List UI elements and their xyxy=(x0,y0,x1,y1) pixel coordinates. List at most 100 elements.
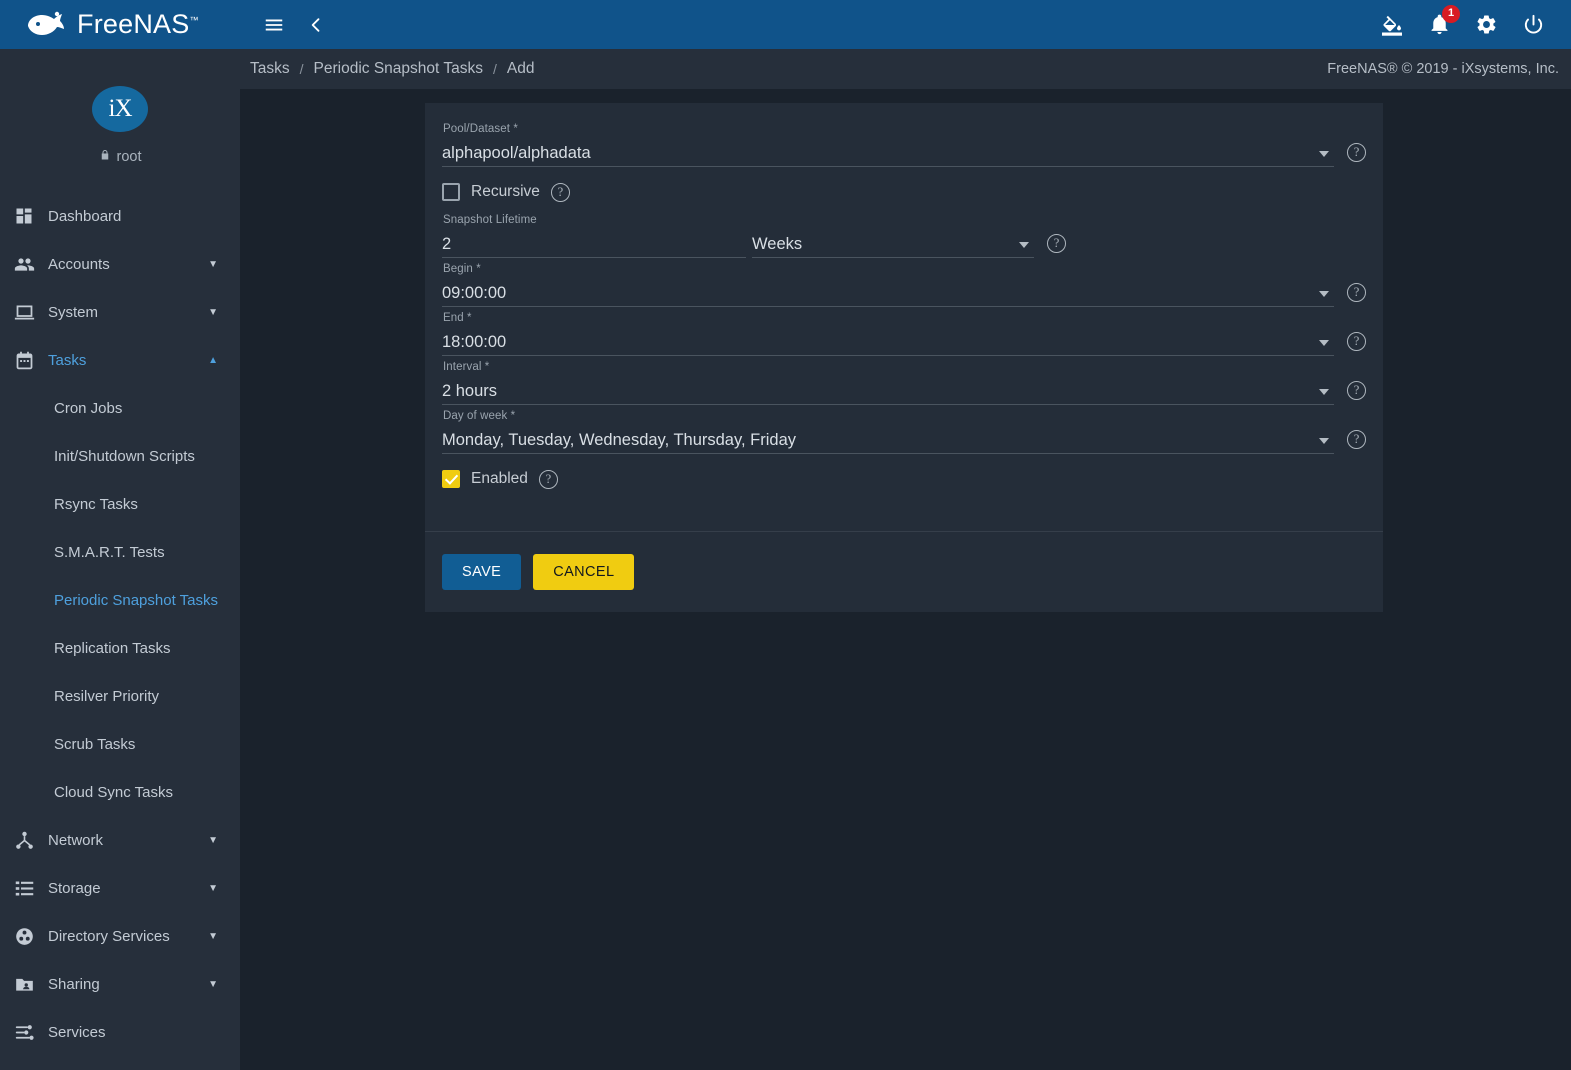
sidebar-item-init-shutdown-scripts[interactable]: Init/Shutdown Scripts xyxy=(0,432,240,480)
sidebar-subitem-label: Scrub Tasks xyxy=(54,735,136,753)
sidebar-item-label: Dashboard xyxy=(48,207,122,225)
username-row: root xyxy=(0,148,240,166)
gear-icon[interactable] xyxy=(1473,12,1499,38)
breadcrumb-separator: / xyxy=(299,61,304,77)
sidebar-item-services[interactable]: Services xyxy=(0,1008,240,1056)
sidebar-item-label: Network xyxy=(48,831,104,849)
field-day-of-week: Day of week * Monday, Tuesday, Wednesday… xyxy=(442,409,1366,454)
snapshot-lifetime-unit-value: Weeks xyxy=(752,235,803,253)
sidebar-item-periodic-snapshot-tasks[interactable]: Periodic Snapshot Tasks xyxy=(0,576,240,624)
sidebar-item-system[interactable]: System ▼ xyxy=(0,288,240,336)
help-icon-end[interactable]: ? xyxy=(1347,332,1366,351)
sidebar-item-smart-tests[interactable]: S.M.A.R.T. Tests xyxy=(0,528,240,576)
field-label: Interval * xyxy=(443,361,490,373)
sidebar-item-cron-jobs[interactable]: Cron Jobs xyxy=(0,384,240,432)
field-label: End * xyxy=(443,312,472,324)
avatar[interactable]: iX xyxy=(92,86,148,132)
sidebar-item-rsync-tasks[interactable]: Rsync Tasks xyxy=(0,480,240,528)
help-icon-enabled[interactable]: ? xyxy=(538,469,558,489)
dropdown-arrow-icon xyxy=(1319,291,1329,297)
brand-logo[interactable]: FreeNAS™ xyxy=(0,0,240,49)
sidebar-item-network[interactable]: Network ▼ xyxy=(0,816,240,864)
people-icon xyxy=(14,254,48,275)
brand-name: FreeNAS™ xyxy=(77,9,199,39)
network-icon xyxy=(14,830,48,851)
help-icon-snapshot-lifetime[interactable]: ? xyxy=(1047,234,1066,253)
dropdown-arrow-icon xyxy=(1319,438,1329,444)
main-content: Pool/Dataset * alphapool/alphadata ? Rec… xyxy=(240,89,1571,1070)
breadcrumb-item-periodic-snapshot-tasks[interactable]: Periodic Snapshot Tasks xyxy=(314,60,483,78)
sharing-folder-icon xyxy=(14,974,48,995)
interval-select[interactable]: 2 hours xyxy=(442,375,1334,405)
cancel-button[interactable]: CANCEL xyxy=(533,554,635,590)
bell-icon[interactable]: 1 xyxy=(1426,4,1460,38)
pool-dataset-select[interactable]: alphapool/alphadata xyxy=(442,137,1334,167)
sidebar-item-label: System xyxy=(48,303,99,321)
sidebar-item-tasks[interactable]: Tasks ▲ xyxy=(0,336,240,384)
sidebar-item-dashboard[interactable]: Dashboard xyxy=(0,192,240,240)
sidebar-item-accounts[interactable]: Accounts ▼ xyxy=(0,240,240,288)
sidebar-item-sharing[interactable]: Sharing ▼ xyxy=(0,960,240,1008)
hamburger-menu-icon[interactable] xyxy=(261,12,287,38)
help-icon-day-of-week[interactable]: ? xyxy=(1347,430,1366,449)
save-button[interactable]: SAVE xyxy=(442,554,522,590)
pool-dataset-value: alphapool/alphadata xyxy=(442,144,591,162)
help-icon-begin[interactable]: ? xyxy=(1347,283,1366,302)
power-icon[interactable] xyxy=(1520,12,1546,38)
sidebar-subitem-label: Init/Shutdown Scripts xyxy=(54,447,195,465)
sidebar-item-storage[interactable]: Storage ▼ xyxy=(0,864,240,912)
breadcrumb: Tasks / Periodic Snapshot Tasks / Add xyxy=(250,60,534,78)
field-enabled: Enabled ? xyxy=(442,458,1366,500)
sidebar-item-label: Tasks xyxy=(48,351,87,369)
enabled-checkbox[interactable] xyxy=(442,470,460,488)
laptop-icon xyxy=(14,302,48,323)
sidebar-subitem-label: Cron Jobs xyxy=(54,399,123,417)
chevron-down-icon: ▼ xyxy=(208,258,218,270)
sidebar-subitem-label: S.M.A.R.T. Tests xyxy=(54,543,165,561)
breadcrumb-item-tasks[interactable]: Tasks xyxy=(250,60,290,78)
breadcrumb-bar: Tasks / Periodic Snapshot Tasks / Add Fr… xyxy=(240,49,1571,89)
chevron-left-icon[interactable] xyxy=(303,12,329,38)
sidebar-item-replication-tasks[interactable]: Replication Tasks xyxy=(0,624,240,672)
copyright-text: FreeNAS® © 2019 - iXsystems, Inc. xyxy=(1327,61,1559,77)
dropdown-arrow-icon xyxy=(1319,151,1329,157)
lock-icon xyxy=(99,148,111,166)
format-color-fill-icon[interactable] xyxy=(1379,12,1405,38)
top-bar: FreeNAS™ 1 xyxy=(0,0,1571,49)
form-actions: SAVE CANCEL xyxy=(425,532,1383,612)
topbar-left-actions xyxy=(261,12,329,38)
sidebar-item-cloud-sync-tasks[interactable]: Cloud Sync Tasks xyxy=(0,768,240,816)
help-icon-interval[interactable]: ? xyxy=(1347,381,1366,400)
field-label: Pool/Dataset * xyxy=(443,123,518,135)
sidebar-item-label: Services xyxy=(48,1023,106,1041)
periodic-snapshot-task-form: Pool/Dataset * alphapool/alphadata ? Rec… xyxy=(425,103,1383,612)
snapshot-lifetime-input[interactable]: 2 xyxy=(442,228,746,258)
snapshot-lifetime-unit-select[interactable]: Weeks xyxy=(752,228,1034,258)
breadcrumb-separator: / xyxy=(492,61,497,77)
sidebar-item-label: Storage xyxy=(48,879,101,897)
chevron-down-icon: ▼ xyxy=(208,882,218,894)
dropdown-arrow-icon xyxy=(1319,340,1329,346)
notification-badge: 1 xyxy=(1442,4,1460,23)
begin-select[interactable]: 09:00:00 xyxy=(442,277,1334,307)
field-pool-dataset: Pool/Dataset * alphapool/alphadata ? xyxy=(442,122,1366,167)
chevron-down-icon: ▼ xyxy=(208,834,218,846)
snapshot-lifetime-value: 2 xyxy=(442,235,452,253)
help-icon-recursive[interactable]: ? xyxy=(550,182,570,202)
end-select[interactable]: 18:00:00 xyxy=(442,326,1334,356)
help-icon-pool-dataset[interactable]: ? xyxy=(1347,143,1366,162)
chevron-down-icon: ▼ xyxy=(208,306,218,318)
user-profile: iX root xyxy=(0,49,240,166)
sidebar-item-label: Directory Services xyxy=(48,927,170,945)
sidebar-item-directory-services[interactable]: Directory Services ▼ xyxy=(0,912,240,960)
sidebar: iX root Dashboard Accounts ▼ System ▼ Ta… xyxy=(0,49,240,1070)
sidebar-item-resilver-priority[interactable]: Resilver Priority xyxy=(0,672,240,720)
recursive-checkbox[interactable] xyxy=(442,183,460,201)
chevron-up-icon: ▲ xyxy=(208,354,218,366)
chevron-down-icon: ▼ xyxy=(208,978,218,990)
sidebar-subitem-label: Periodic Snapshot Tasks xyxy=(54,591,218,609)
sidebar-subitem-label: Replication Tasks xyxy=(54,639,171,657)
day-of-week-select[interactable]: Monday, Tuesday, Wednesday, Thursday, Fr… xyxy=(442,424,1334,454)
directory-services-icon xyxy=(14,926,48,947)
sidebar-item-scrub-tasks[interactable]: Scrub Tasks xyxy=(0,720,240,768)
